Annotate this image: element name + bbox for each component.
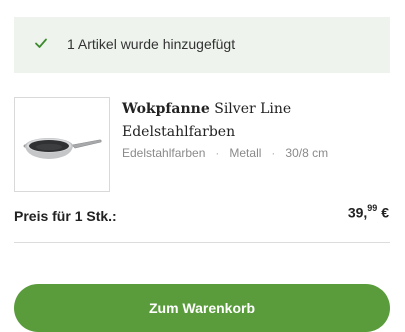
divider bbox=[14, 242, 390, 243]
attribute-material: Metall bbox=[229, 146, 262, 160]
attribute-separator: · bbox=[271, 146, 276, 160]
wok-pan-image bbox=[23, 138, 102, 159]
notice-message: 1 Artikel wurde hinzugefügt bbox=[67, 36, 236, 52]
product-image[interactable] bbox=[14, 97, 110, 192]
price-euros: 39, bbox=[347, 204, 368, 221]
success-notice: 1 Artikel wurde hinzugefügt bbox=[14, 17, 390, 73]
go-to-cart-button[interactable]: Zum Warenkorb bbox=[14, 284, 390, 332]
attribute-separator: · bbox=[215, 146, 220, 160]
check-icon bbox=[35, 38, 47, 48]
price-currency: € bbox=[381, 204, 389, 221]
price-value: 39,99 € bbox=[347, 203, 389, 221]
price-label: Preis für 1 Stk.: bbox=[14, 208, 117, 224]
product-attributes: Edelstahlfarben · Metall · 30/8 cm bbox=[122, 146, 328, 160]
attribute-size: 30/8 cm bbox=[285, 146, 329, 160]
product-title[interactable]: Wokpfanne Silver Line Edelstahlfarben bbox=[122, 98, 390, 144]
price-cents: 99 bbox=[367, 203, 378, 213]
product-brand: Wokpfanne bbox=[122, 101, 210, 117]
attribute-color: Edelstahlfarben bbox=[122, 146, 206, 160]
